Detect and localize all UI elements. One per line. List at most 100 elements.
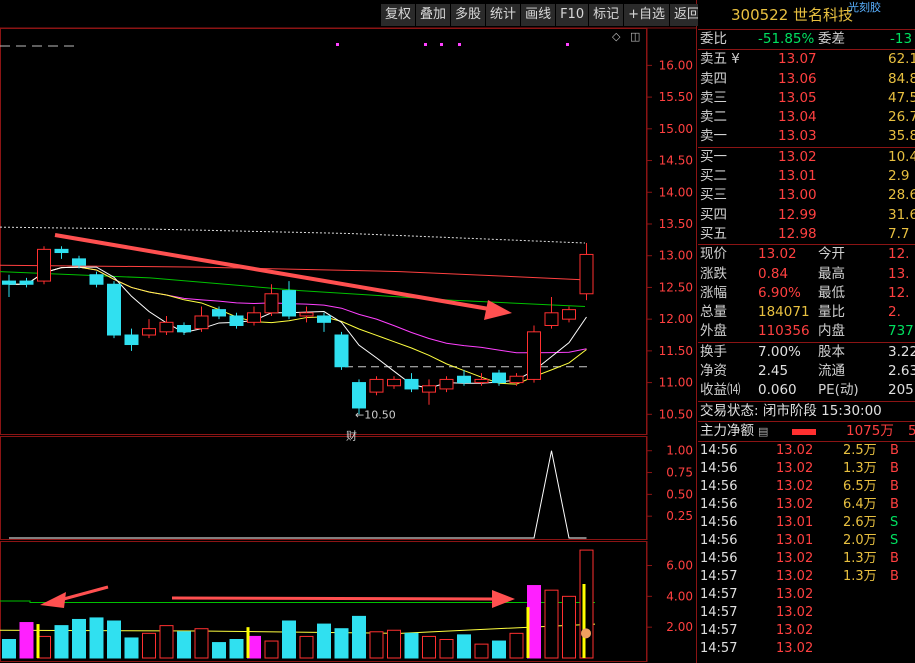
- list-icon[interactable]: ▤: [758, 422, 768, 441]
- volume-bar: [72, 618, 86, 659]
- volume-bar: [177, 631, 191, 659]
- candle-body: [89, 274, 104, 285]
- quote-label: 涨幅: [700, 284, 727, 301]
- ask-row[interactable]: 卖一 13.03 35.8: [698, 127, 915, 146]
- tick-volume: 1.3万: [843, 461, 877, 477]
- stat-label: 股本: [818, 343, 845, 360]
- kline-chart[interactable]: 16.00 15.50 15.00 14.50 14.00 13.50 13.00 12.50…: [0, 0, 697, 663]
- tick-price: 13.02: [776, 551, 814, 567]
- bid-volume: 28.6: [888, 187, 915, 204]
- ma5-line: [9, 266, 587, 389]
- price-tick-label: 13.00: [659, 249, 693, 263]
- toolbar-button-3[interactable]: 统计: [485, 4, 521, 26]
- marker-dot: [336, 43, 339, 46]
- ask-row[interactable]: 卖三 13.05 47.5: [698, 89, 915, 108]
- candle-body: [422, 385, 436, 393]
- candle-body: [527, 331, 541, 380]
- price-tick-label: 13.50: [659, 217, 693, 231]
- quote-label: 现价: [700, 246, 727, 263]
- stat-value: 3.22: [888, 343, 915, 360]
- ask-volume: 84.8: [888, 70, 915, 87]
- price-tick-label: 15.50: [659, 90, 693, 104]
- bid-row[interactable]: 买四 12.99 31.6: [698, 206, 915, 225]
- bid-row[interactable]: 买二 13.01 2.9: [698, 167, 915, 186]
- candle-body: [264, 293, 279, 314]
- toolbar-button-5[interactable]: F10: [555, 4, 589, 26]
- candle-body: [387, 378, 401, 387]
- stat-row: 收益⒁ 0.060 PE(动) 205: [698, 381, 915, 400]
- stock-title[interactable]: 300522 世名科技: [731, 6, 853, 24]
- quote-label: 内盘: [818, 323, 845, 340]
- volume-bar: [54, 625, 69, 659]
- ask-price: 13.04: [778, 109, 817, 126]
- tick-row: 14:57 13.02 1.3万 B: [698, 568, 915, 586]
- bid-list: 买一 13.02 10.4 买二 13.01 2.9 买三 13.00 28.6 买四 12.99 3…: [698, 148, 915, 244]
- ask-volume: 47.5: [888, 89, 915, 106]
- volume-bar: [89, 617, 104, 659]
- price-tick-label: 14.50: [659, 154, 693, 168]
- vol-arrow-left-line: [59, 585, 109, 602]
- candle-body: [159, 321, 174, 333]
- quote-label: 量比: [818, 304, 845, 321]
- tick-volume: 6.5万: [843, 479, 877, 495]
- tick-side: B: [890, 551, 899, 567]
- ask-label: 卖三: [700, 89, 727, 106]
- ask-row[interactable]: 卖二 13.04 26.7: [698, 108, 915, 127]
- tick-side: S: [890, 533, 899, 549]
- stat-value: 7.00%: [758, 343, 801, 360]
- volume-bar: [509, 632, 524, 659]
- quote-label: 总量: [700, 304, 727, 321]
- concept-tag[interactable]: 光刻胶: [848, 0, 881, 23]
- quote-value: 6.90%: [758, 284, 801, 301]
- quote-value: 0.84: [758, 265, 789, 282]
- toolbar-button-4[interactable]: 画线: [520, 4, 556, 26]
- tick-row: 14:56 13.02 2.5万 B: [698, 442, 915, 460]
- tick-price: 13.02: [776, 461, 814, 477]
- volume-bar: [142, 632, 156, 659]
- bid-label: 买四: [700, 206, 727, 223]
- bid-row[interactable]: 买五 12.98 7.7: [698, 225, 915, 244]
- toolbar-button-6[interactable]: 标记: [588, 4, 624, 26]
- tick-price: 13.02: [776, 605, 814, 621]
- candle-body: [369, 378, 384, 393]
- ask-row[interactable]: 卖五 ¥ 13.07 62.1: [698, 50, 915, 69]
- tick-price: 13.02: [776, 641, 814, 657]
- tick-volume: 1.3万: [843, 551, 877, 567]
- ask-volume: 26.7: [888, 109, 915, 126]
- toolbar-button-7[interactable]: +自选: [623, 4, 670, 26]
- tick-side: B: [890, 569, 899, 585]
- quote-label: 最低: [818, 284, 845, 301]
- tick-side: B: [890, 479, 899, 495]
- tick-time: 14:56: [700, 443, 738, 459]
- candle-body: [352, 382, 366, 409]
- osc-tick-label: 0.50: [666, 487, 693, 501]
- volume-bar: [159, 625, 174, 659]
- ask-label: 卖二: [700, 109, 727, 126]
- quote-row: 涨幅 6.90% 最低 12.: [698, 284, 915, 303]
- toolbar-button-1[interactable]: 叠加: [415, 4, 451, 26]
- tick-time: 14:56: [700, 551, 738, 567]
- stats-list: 换手 7.00% 股本 3.22 净资 2.45 流通 2.63 收益⒁ 0.060 PE(动) 20…: [698, 343, 915, 401]
- toolbar-button-2[interactable]: 多股: [450, 4, 486, 26]
- quote-value: 13.02: [758, 246, 797, 263]
- candle-body: [439, 378, 454, 390]
- tick-time: 14:57: [700, 623, 738, 639]
- volume-bar: [124, 637, 139, 659]
- bid-row[interactable]: 买一 13.02 10.4: [698, 148, 915, 167]
- tick-volume: 6.4万: [843, 497, 877, 513]
- tick-row: 14:56 13.02 6.5万 B: [698, 478, 915, 496]
- kline-chart-area[interactable]: 16.00 15.50 15.00 14.50 14.00 13.50 13.00 12.50…: [0, 0, 705, 663]
- tick-side: B: [890, 461, 899, 477]
- ask-row[interactable]: 卖四 13.06 84.8: [698, 70, 915, 89]
- tick-list[interactable]: 14:56 13.02 2.5万 B 14:56 13.02 1.3万 B 14:56 13.02…: [698, 442, 915, 658]
- bid-label: 买三: [700, 187, 727, 204]
- stat-label: 换手: [700, 343, 727, 360]
- bid-row[interactable]: 买三 13.00 28.6: [698, 186, 915, 205]
- toolbar-button-0[interactable]: 复权: [380, 4, 416, 26]
- ask-volume: 35.8: [888, 128, 915, 145]
- candle-body: [124, 334, 139, 346]
- candle-body: [194, 315, 209, 330]
- tick-side: S: [890, 515, 899, 531]
- volume-bar: [422, 635, 436, 659]
- tick-row: 14:57 13.02: [698, 586, 915, 604]
